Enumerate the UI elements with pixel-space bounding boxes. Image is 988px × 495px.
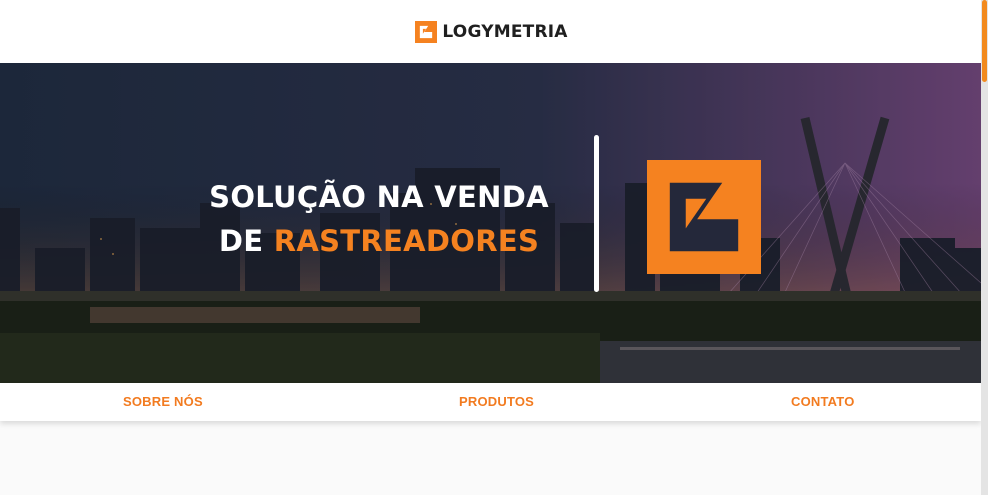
nav-item-sobre-nos[interactable]: SOBRE NÓS [123, 394, 203, 409]
hero-divider [594, 135, 599, 292]
hero-banner: SOLUÇÃO NA VENDA DE RASTREADORES [0, 63, 981, 383]
brand-name: LOGYMETRIA [442, 21, 568, 42]
nav-item-contato[interactable]: CONTATO [791, 394, 855, 409]
nav-item-produtos[interactable]: PRODUTOS [459, 394, 534, 409]
site-header: LOGYMETRIA [0, 0, 981, 63]
scrollbar[interactable] [981, 0, 988, 495]
logo-icon [415, 20, 438, 43]
hero-title: SOLUÇÃO NA VENDA DE RASTREADORES [182, 175, 576, 263]
hero-title-line2-accent: RASTREADORES [273, 224, 540, 258]
hero-logo-icon [647, 160, 761, 274]
hero-title-line2-prefix: DE [218, 224, 274, 258]
hero-title-line1: SOLUÇÃO NA VENDA [209, 180, 549, 214]
main-nav: SOBRE NÓS PRODUTOS CONTATO [0, 383, 981, 421]
brand-logo-link[interactable]: LOGYMETRIA [415, 20, 568, 43]
page: LOGYMETRIA SOLUÇÃO NA VENDA DE RASTREADO… [0, 0, 981, 495]
scrollbar-thumb[interactable] [982, 0, 987, 82]
